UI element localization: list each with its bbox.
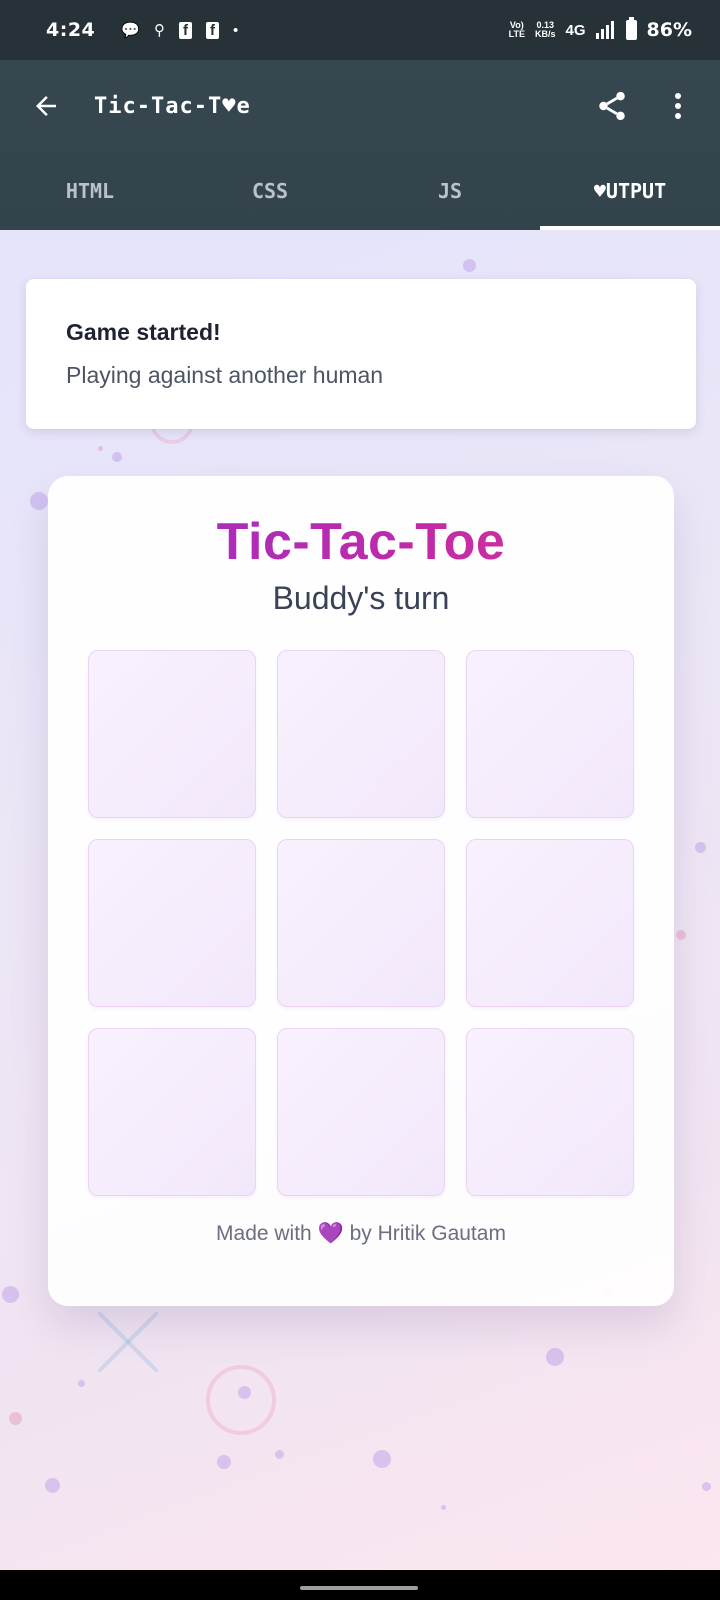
background-dot [702, 1482, 711, 1491]
facebook-notification-icon: f [205, 21, 219, 39]
background-dot [275, 1450, 284, 1459]
status-time: 4:24 [46, 19, 96, 41]
game-toast: Game started! Playing against another hu… [26, 279, 696, 429]
tab-output[interactable]: ♥UTPUT [540, 152, 720, 230]
app-title: Tic-Tac-T♥e [94, 93, 251, 119]
arrow-left-icon[interactable] [28, 88, 64, 124]
background-dot [98, 446, 103, 451]
board-cell-6[interactable] [466, 839, 634, 1007]
purple-heart-icon: 💜 [317, 1222, 344, 1245]
turn-indicator: Buddy's turn [272, 580, 450, 616]
credits-suffix: by Hritik Gautam [343, 1222, 506, 1245]
system-nav-bar [0, 1570, 720, 1600]
notification-icons: 💬 ⚲ f f • [121, 21, 239, 39]
volte-indicator: Vo) LTE [508, 20, 525, 39]
game-card: Tic-Tac-Toe Buddy's turn Made with 💜 by … [48, 476, 674, 1306]
gesture-handle[interactable] [300, 1586, 418, 1590]
background-dot [78, 1380, 85, 1387]
status-bar: 4:24 💬 ⚲ f f • Vo) LTE 0.13 KB/s 4G 86% [0, 0, 720, 60]
tab-js[interactable]: JS [360, 152, 540, 230]
background-dot [9, 1412, 22, 1425]
toolbar: Tic-Tac-T♥e [0, 60, 720, 152]
board-cell-3[interactable] [466, 650, 634, 818]
board-cell-4[interactable] [88, 839, 256, 1007]
game-title: Tic-Tac-Toe [48, 512, 674, 572]
signal-icon [595, 21, 614, 39]
board-cell-5[interactable] [277, 839, 445, 1007]
toast-title: Game started! [66, 319, 221, 345]
network-speed: 0.13 KB/s [534, 20, 556, 39]
toast-message: Playing against another human [66, 362, 384, 388]
background-cross-shape [96, 1310, 160, 1374]
background-dot [217, 1455, 231, 1469]
pin-notification-icon: ⚲ [153, 21, 165, 39]
background-dot [676, 930, 686, 940]
background-dot [30, 492, 48, 510]
output-view: Game started! Playing against another hu… [0, 230, 720, 1570]
more-notifications-dot-icon: • [232, 21, 239, 39]
facebook-notification-icon: f [178, 21, 192, 39]
editor-tabs: HTML CSS JS ♥UTPUT [0, 152, 720, 230]
status-right: Vo) LTE 0.13 KB/s 4G 86% [508, 17, 692, 41]
credits-footer: Made with 💜 by Hritik Gautam [48, 1222, 674, 1246]
board-cell-1[interactable] [88, 650, 256, 818]
chat-notification-icon: 💬 [121, 21, 140, 39]
background-dot [112, 452, 122, 462]
board-cell-7[interactable] [88, 1028, 256, 1196]
background-dot [546, 1348, 564, 1366]
background-dot [695, 842, 706, 853]
game-board [88, 650, 634, 1196]
battery-percent: 86% [646, 19, 692, 41]
network-type: 4G [565, 21, 586, 39]
background-dot [238, 1386, 251, 1399]
background-dot [45, 1478, 60, 1493]
board-cell-2[interactable] [277, 650, 445, 818]
share-icon[interactable] [590, 84, 634, 128]
board-cell-9[interactable] [466, 1028, 634, 1196]
background-dot [463, 259, 476, 272]
background-ring [206, 1365, 276, 1435]
board-cell-8[interactable] [277, 1028, 445, 1196]
background-dot [441, 1505, 446, 1510]
app-bar: Tic-Tac-T♥e HTML CSS JS ♥UTPUT [0, 60, 720, 230]
battery-icon [625, 17, 637, 40]
tab-html[interactable]: HTML [0, 152, 180, 230]
tab-css[interactable]: CSS [180, 152, 360, 230]
more-vertical-icon[interactable] [656, 84, 700, 128]
credits-prefix: Made with [216, 1222, 318, 1245]
background-dot [2, 1286, 19, 1303]
background-dot [373, 1450, 391, 1468]
